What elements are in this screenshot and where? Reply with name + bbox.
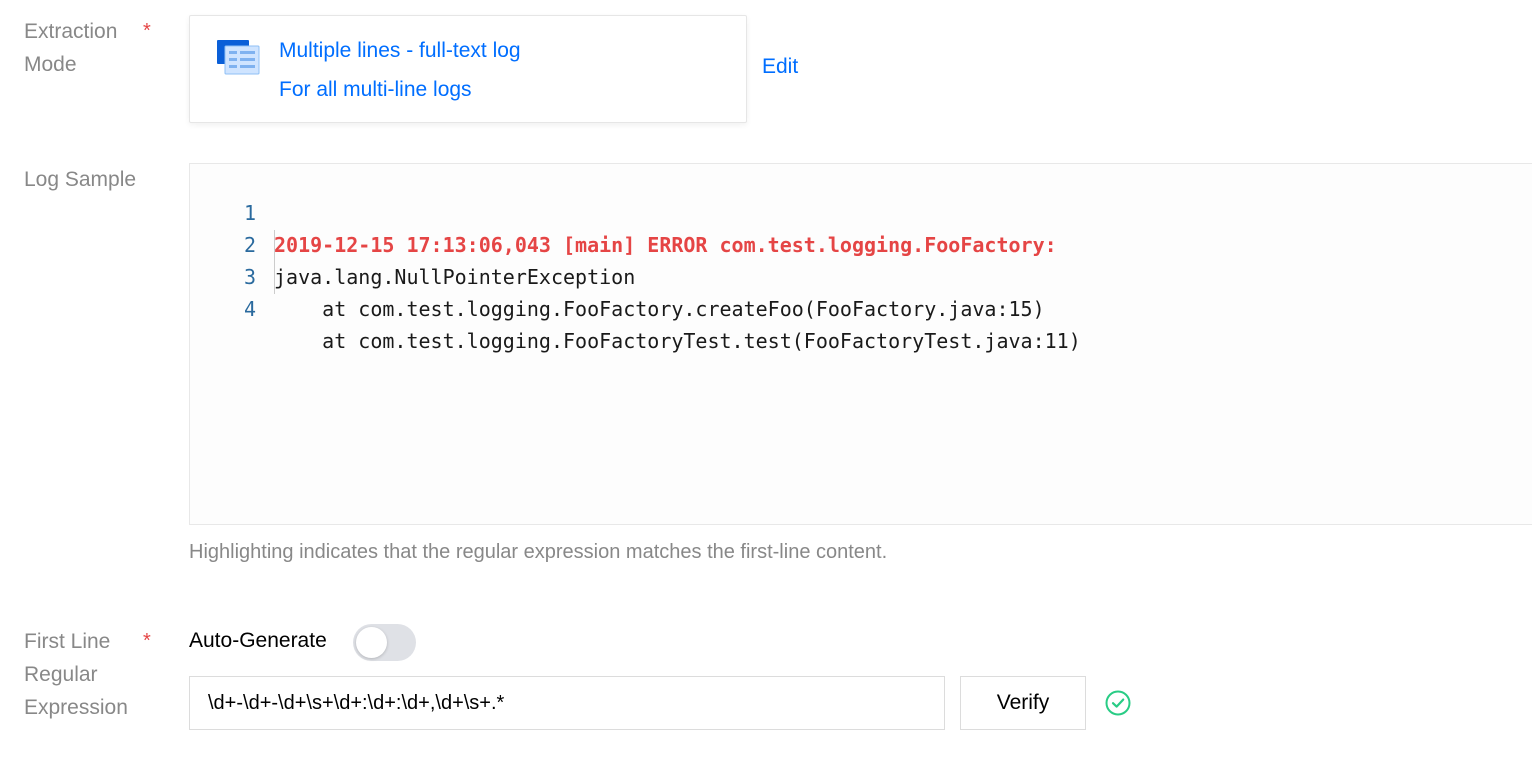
extraction-mode-label-text: Extraction Mode [24, 20, 118, 76]
log-line: 3 at com.test.logging.FooFactory.createF… [190, 229, 1045, 321]
extraction-mode-title: Multiple lines - full-text log [279, 39, 521, 62]
extraction-mode-card: Multiple lines - full-text log For all m… [189, 15, 747, 123]
required-mark: * [143, 630, 151, 652]
first-line-regex-label: First Line Regular Expression [24, 625, 128, 724]
line-text-highlighted: 2019-12-15 17:13:06,043 [main] ERROR com… [274, 233, 1057, 257]
extraction-mode-description: For all multi-line logs [279, 78, 472, 101]
log-line: 4 at com.test.logging.FooFactoryTest.tes… [190, 261, 1081, 353]
log-line: 1 2019-12-15 17:13:06,043 [main] ERROR c… [190, 165, 1057, 257]
required-mark: * [143, 20, 151, 42]
multi-line-log-icon [217, 40, 260, 75]
auto-generate-toggle[interactable] [353, 624, 416, 661]
line-text: at com.test.logging.FooFactoryTest.test(… [274, 329, 1081, 353]
line-text: at com.test.logging.FooFactory.createFoo… [274, 297, 1045, 321]
extraction-mode-label: Extraction Mode [24, 15, 134, 81]
label-line: Expression [24, 696, 128, 719]
verify-button[interactable]: Verify [960, 676, 1086, 730]
auto-generate-label: Auto-Generate [189, 629, 327, 652]
log-sample-label: Log Sample [24, 168, 137, 191]
line-number: 4 [243, 297, 256, 321]
toggle-knob [356, 627, 387, 658]
first-line-regex-input[interactable] [189, 676, 945, 730]
label-line: Regular [24, 663, 98, 686]
edit-extraction-mode-link[interactable]: Edit [762, 55, 798, 79]
label-line: First Line [24, 630, 111, 653]
log-line: 2 java.lang.NullPointerException [190, 197, 635, 289]
log-sample-editor[interactable]: 1 2019-12-15 17:13:06,043 [main] ERROR c… [189, 163, 1532, 525]
highlight-hint: Highlighting indicates that the regular … [189, 541, 888, 563]
check-circle-icon [1105, 690, 1131, 716]
line-text: java.lang.NullPointerException [274, 265, 636, 289]
